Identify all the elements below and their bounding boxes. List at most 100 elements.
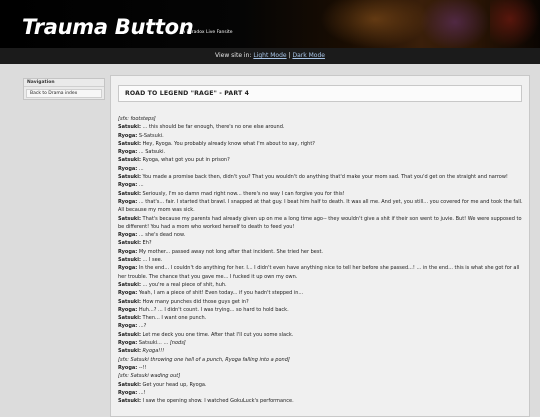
script-line: Ryoga: My mother... passed away not long…	[118, 248, 523, 256]
script-line: Ryoga: S-Satsuki.	[118, 132, 523, 140]
dialogue-text: ... I see.	[140, 257, 163, 264]
site-title[interactable]: Trauma Button	[22, 16, 194, 38]
speaker-name: Satsuki:	[118, 348, 141, 355]
script-line: Satsuki: ... I see.	[118, 256, 523, 264]
banner-artwork	[320, 0, 430, 48]
speaker-name: Ryoga:	[118, 306, 138, 313]
speaker-name: Satsuki:	[118, 381, 141, 388]
script-line: Ryoga: ...	[118, 181, 523, 189]
script-line: [sfx: footsteps]	[118, 115, 523, 123]
view-mode-separator: |	[288, 52, 291, 59]
script-line: Satsuki: I saw the opening show. I watch…	[118, 397, 523, 405]
dialogue-text: ...	[137, 182, 144, 189]
dialogue-text: ...	[137, 165, 144, 172]
script-line: Ryoga: Satsuki... ... [nods]	[118, 339, 523, 347]
script-line: Ryoga: --!!	[118, 364, 523, 372]
dialogue-text: I saw the opening show. I watched GokuLu…	[140, 398, 294, 405]
dialogue-text: You made a promise back then, didn't you…	[140, 174, 508, 181]
speaker-name: Satsuki:	[118, 240, 141, 247]
speaker-name: Ryoga:	[118, 198, 138, 205]
page-title-box: ROAD TO LEGEND "RAGE" - PART 4	[118, 85, 522, 102]
script-line: Ryoga: Huh...? ... I didn't count. I was…	[118, 306, 523, 314]
script-line: Ryoga: ...	[118, 165, 523, 173]
speaker-name: Satsuki:	[118, 174, 141, 181]
script-line: Satsuki: ... you're a real piece of shit…	[118, 281, 523, 289]
script-line: Satsuki: Get your head up, Ryoga.	[118, 381, 523, 389]
navigation-box: Navigation Back to Drama index	[23, 78, 105, 100]
dialogue-text: Yeah, I am a piece of shit! Even today..…	[137, 290, 304, 297]
script-line: Ryoga: ... that's... fair. I started tha…	[118, 198, 523, 215]
script-line: Ryoga: ... she's dead now.	[118, 231, 523, 239]
speaker-name: Satsuki:	[118, 281, 141, 288]
main-content: ROAD TO LEGEND "RAGE" - PART 4 [sfx: foo…	[110, 75, 530, 417]
speaker-name: Ryoga:	[118, 323, 138, 330]
script-line: Ryoga: ... Satsuki.	[118, 148, 523, 156]
navigation-heading: Navigation	[24, 79, 104, 87]
speaker-name: Ryoga:	[118, 132, 138, 139]
dialogue-text: Seriously, I'm so damn mad right now... …	[140, 190, 345, 197]
dark-mode-link[interactable]: Dark Mode	[292, 52, 325, 59]
speaker-name: Ryoga:	[118, 165, 138, 172]
back-to-drama-index-link[interactable]: Back to Drama index	[26, 89, 102, 98]
stage-direction: [sfx: Satsuki wading out]	[118, 373, 181, 380]
speaker-name: Satsuki:	[118, 398, 141, 405]
script-line: [sfx: Satsuki wading out]	[118, 372, 523, 380]
dialogue-text: Then... I want one punch.	[140, 315, 207, 322]
speaker-name: Satsuki:	[118, 315, 141, 322]
speaker-name: Ryoga:	[118, 389, 138, 396]
script-line: Satsuki: Ryoga!!!	[118, 347, 523, 355]
speaker-name: Ryoga:	[118, 364, 138, 371]
script-line: [sfx: Satsuki throwing one hell of a pun…	[118, 356, 523, 364]
dialogue-text: Eh?	[140, 240, 152, 247]
speaker-name: Ryoga:	[118, 232, 138, 239]
dialogue-text: ... this should be far enough, there's n…	[140, 124, 285, 131]
speaker-name: Ryoga:	[118, 149, 138, 156]
dialogue-text: Huh...? ... I didn't count. I was trying…	[137, 306, 289, 313]
site-banner: Trauma Button A Paradox Live Fansite	[0, 0, 540, 48]
script-line: Satsuki: How many punches did those guys…	[118, 298, 523, 306]
page-title: ROAD TO LEGEND "RAGE" - PART 4	[125, 90, 250, 97]
dialogue-text: ... that's... fair. I started that brawl…	[118, 198, 523, 214]
script-line: Satsuki: Ryoga, what got you put in pris…	[118, 156, 523, 164]
view-mode-bar: View site in: Light Mode | Dark Mode	[0, 48, 540, 64]
dialogue-text: That's because my parents had already gi…	[118, 215, 522, 230]
speaker-name: Satsuki:	[118, 298, 141, 305]
light-mode-link[interactable]: Light Mode	[253, 52, 286, 59]
dialogue-text: How many punches did those guys get in?	[140, 298, 249, 305]
script-line: Ryoga: Yeah, I am a piece of shit! Even …	[118, 289, 523, 297]
speaker-name: Satsuki:	[118, 215, 141, 222]
script-line: Ryoga: In the end... I couldn't do anyth…	[118, 264, 523, 281]
stage-direction: Ryoga!!!	[142, 348, 165, 355]
dialogue-text: ...!	[137, 389, 146, 396]
speaker-name: Ryoga:	[118, 265, 138, 272]
banner-artwork-accent	[490, 0, 540, 48]
site-subtitle: A Paradox Live Fansite	[182, 30, 233, 35]
speaker-name: Satsuki:	[118, 140, 141, 147]
script-line: Satsuki: Then... I want one punch.	[118, 314, 523, 322]
script-line: Satsuki: Seriously, I'm so damn mad righ…	[118, 190, 523, 198]
dialogue-text: Hey, Ryoga. You probably already know wh…	[140, 140, 315, 147]
stage-direction: [sfx: footsteps]	[118, 116, 156, 122]
speaker-name: Ryoga:	[118, 340, 138, 347]
speaker-name: Satsuki:	[118, 257, 141, 264]
stage-direction: [sfx: Satsuki throwing one hell of a pun…	[118, 356, 290, 363]
dialogue-text: My mother... passed away not long after …	[137, 248, 323, 255]
stage-direction: [nods]	[169, 340, 186, 347]
dialogue-text: Get your head up, Ryoga.	[140, 381, 207, 388]
script-line: Satsuki: Hey, Ryoga. You probably alread…	[118, 140, 523, 148]
dialogue-text: ... Satsuki.	[137, 149, 166, 156]
dialogue-text: ...?	[137, 323, 147, 330]
speaker-name: Ryoga:	[118, 248, 138, 255]
script-line: Satsuki: Eh?	[118, 239, 523, 247]
script-line: Satsuki: Let me deck you one time. After…	[118, 331, 523, 339]
dialogue-text: ... she's dead now.	[137, 232, 186, 239]
speaker-name: Ryoga:	[118, 290, 138, 297]
script-line: Ryoga: ...?	[118, 322, 523, 330]
speaker-name: Satsuki:	[118, 124, 141, 131]
view-mode-label: View site in:	[215, 52, 252, 59]
dialogue-text: ... you're a real piece of shit, huh.	[140, 281, 227, 288]
dialogue-text: Satsuki... ...	[137, 340, 170, 347]
dialogue-text: --!!	[137, 364, 147, 371]
script-line: Satsuki: ... this should be far enough, …	[118, 123, 523, 131]
speaker-name: Satsuki:	[118, 331, 141, 338]
